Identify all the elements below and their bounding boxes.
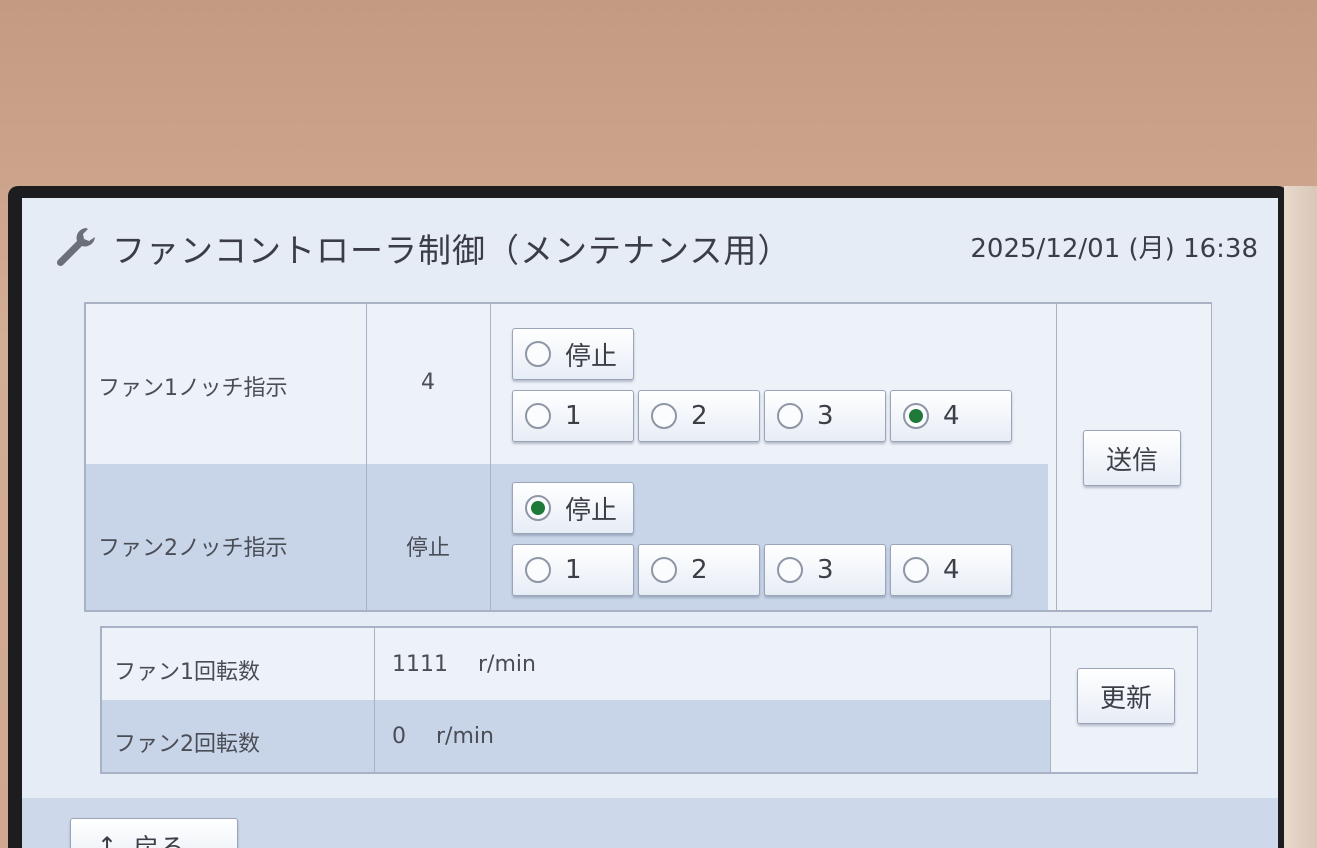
fan2-notch-1-radio-button[interactable]: 1 — [512, 544, 634, 596]
fan1-current-notch: 4 — [421, 370, 435, 395]
divider — [374, 628, 375, 700]
fan2-notch-4-radio-button[interactable]: 4 — [890, 544, 1012, 596]
radio-icon — [651, 403, 677, 429]
date-time: 2025/12/01 (月) 16:38 — [970, 234, 1258, 264]
fan1-notch-row: ファン1ノッチ指示 4 停止 1 2 3 4 — [86, 304, 1056, 464]
fan2-notch-row: ファン2ノッチ指示 停止 停止 1 2 3 4 — [86, 464, 1048, 610]
fan1-rpm-value: 1111 r/min — [392, 652, 536, 677]
touch-screen: ファンコントローラ制御（メンテナンス用） 2025/12/01 (月) 16:3… — [22, 198, 1278, 848]
radio-icon — [777, 403, 803, 429]
radio-label: 3 — [817, 401, 834, 431]
header: ファンコントローラ制御（メンテナンス用） 2025/12/01 (月) 16:3… — [22, 198, 1278, 290]
fan2-current-notch: 停止 — [405, 536, 450, 561]
rpm-unit: r/min — [436, 724, 494, 749]
back-button[interactable]: ↑ 戻る — [70, 818, 238, 848]
fan1-rpm-row: ファン1回転数 1111 r/min — [102, 628, 1050, 700]
fan1-notch-label: ファン1ノッチ指示 — [98, 376, 288, 401]
fan1-notch-4-radio-button[interactable]: 4 — [890, 390, 1012, 442]
divider — [490, 464, 491, 610]
page-title: ファンコントローラ制御（メンテナンス用） — [112, 231, 792, 270]
radio-label: 4 — [943, 401, 960, 431]
radio-selected-icon — [525, 495, 551, 521]
radio-selected-icon — [903, 403, 929, 429]
fan2-rpm-label: ファン2回転数 — [114, 732, 260, 757]
radio-label: 1 — [565, 555, 582, 585]
fan1-notch-1-radio-button[interactable]: 1 — [512, 390, 634, 442]
fan2-rpm-row: ファン2回転数 0 r/min — [102, 700, 1050, 772]
divider — [366, 304, 367, 464]
radio-label: 停止 — [565, 341, 618, 372]
fan2-stop-radio-button[interactable]: 停止 — [512, 482, 634, 534]
fan-rpm-panel: ファン1回転数 1111 r/min ファン2回転数 0 r/min 更新 — [100, 626, 1198, 774]
radio-icon — [525, 341, 551, 367]
radio-icon — [525, 557, 551, 583]
fan2-notch-3-radio-button[interactable]: 3 — [764, 544, 886, 596]
fan1-notch-2-radio-button[interactable]: 2 — [638, 390, 760, 442]
fan1-stop-radio-button[interactable]: 停止 — [512, 328, 634, 380]
radio-icon — [903, 557, 929, 583]
divider — [366, 464, 367, 610]
refresh-cell: 更新 — [1050, 628, 1197, 772]
radio-label: 4 — [943, 555, 960, 585]
divider — [374, 700, 375, 772]
radio-label: 2 — [691, 555, 708, 585]
fan1-notch-3-radio-button[interactable]: 3 — [764, 390, 886, 442]
rpm-unit: r/min — [478, 652, 536, 677]
divider — [490, 304, 491, 464]
radio-label: 1 — [565, 401, 582, 431]
up-arrow-icon: ↑ — [97, 832, 118, 848]
radio-icon — [651, 557, 677, 583]
refresh-button[interactable]: 更新 — [1077, 668, 1175, 724]
send-button[interactable]: 送信 — [1083, 430, 1181, 486]
fan1-rpm-label: ファン1回転数 — [114, 660, 260, 685]
rpm-number: 0 — [392, 724, 406, 749]
fan2-notch-label: ファン2ノッチ指示 — [98, 536, 288, 561]
radio-label: 停止 — [565, 495, 618, 526]
back-label: 戻る — [133, 828, 185, 848]
rpm-number: 1111 — [392, 652, 448, 677]
send-cell: 送信 — [1056, 304, 1211, 610]
radio-label: 2 — [691, 401, 708, 431]
fan2-rpm-value: 0 r/min — [392, 724, 494, 749]
radio-label: 3 — [817, 555, 834, 585]
radio-icon — [525, 403, 551, 429]
wrench-icon — [56, 228, 95, 267]
device-frame — [1284, 186, 1317, 848]
radio-icon — [777, 557, 803, 583]
fan-notch-panel: ファン1ノッチ指示 4 停止 1 2 3 4 ファン2ノッチ指示 停止 停止 1… — [84, 302, 1212, 612]
fan2-notch-2-radio-button[interactable]: 2 — [638, 544, 760, 596]
